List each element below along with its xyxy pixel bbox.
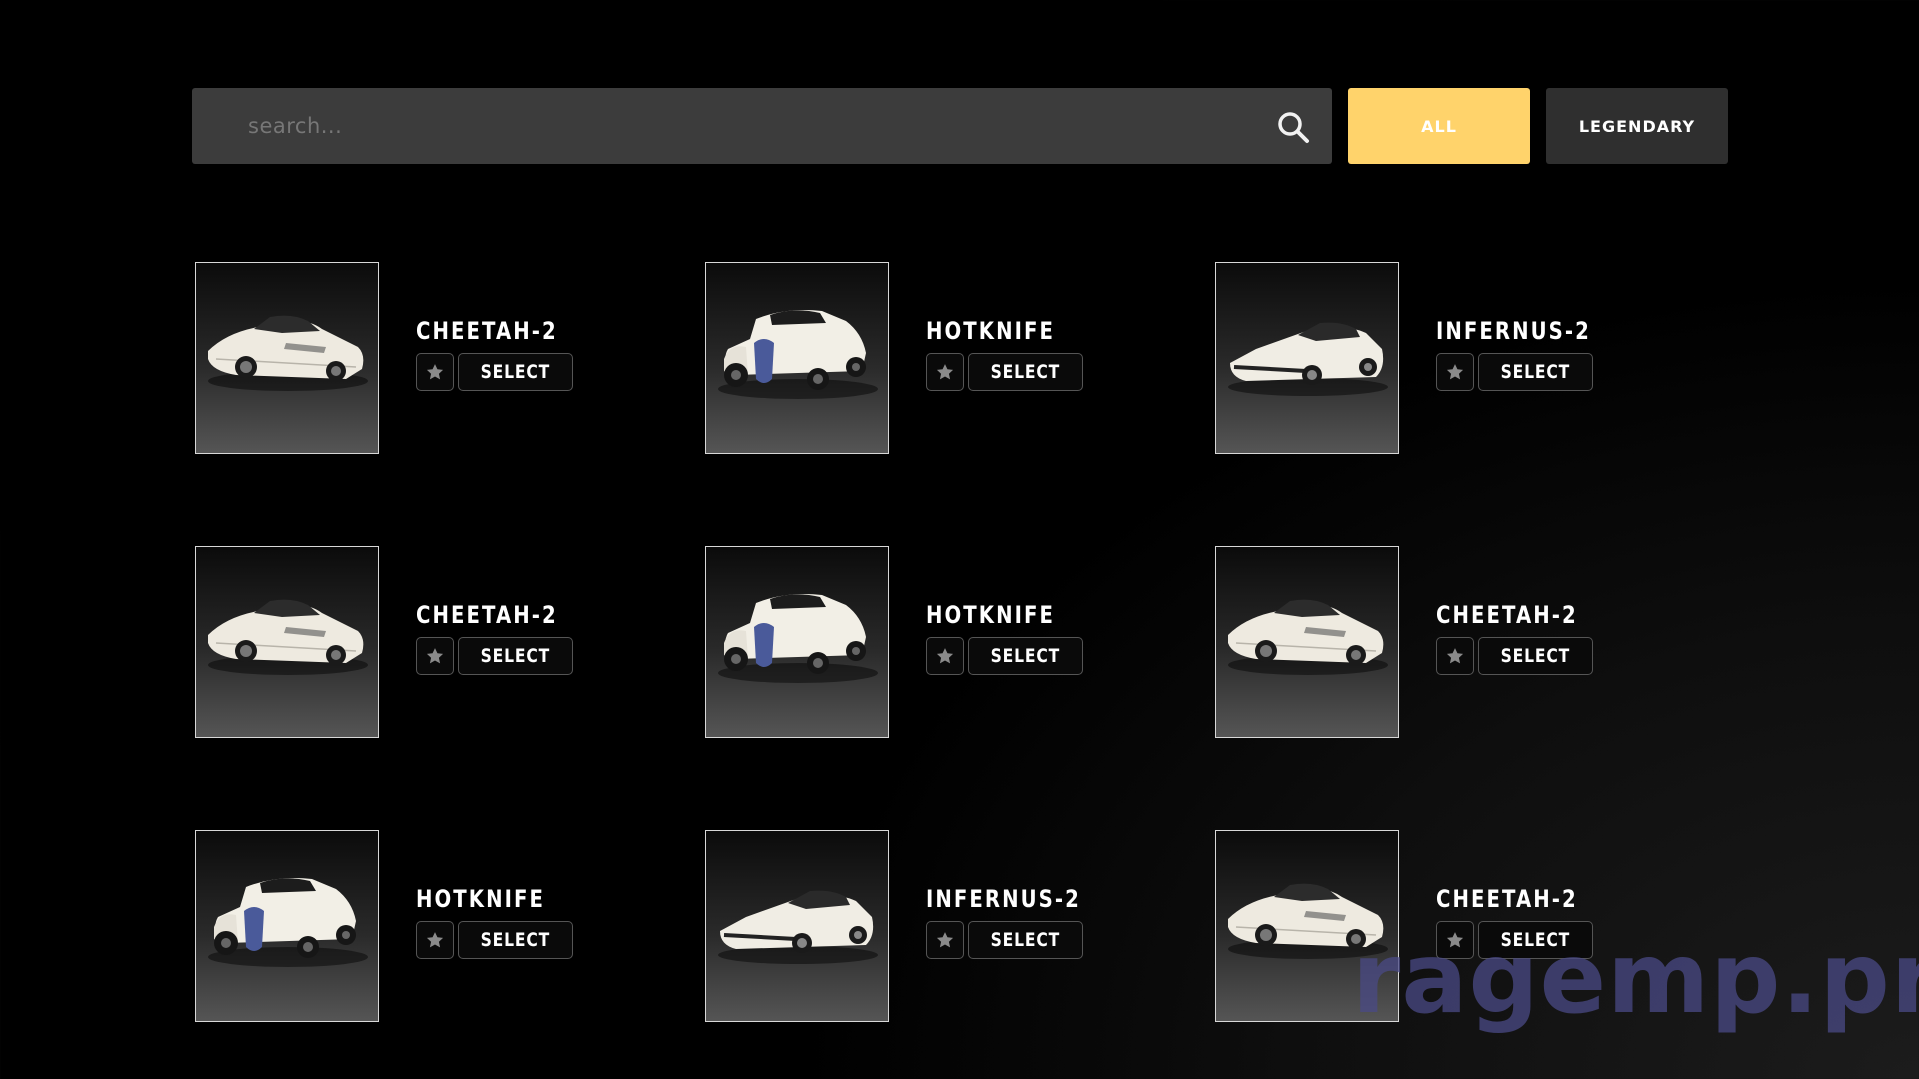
car-cheetah-image bbox=[1228, 599, 1388, 675]
select-button[interactable]: SELECT bbox=[458, 921, 573, 959]
vehicle-image bbox=[195, 262, 379, 454]
select-button[interactable]: SELECT bbox=[1478, 353, 1593, 391]
car-cheetah-image bbox=[208, 315, 368, 391]
vehicle-image bbox=[1215, 262, 1399, 454]
vehicle-name: CHEETAH-2 bbox=[1436, 601, 1578, 629]
vehicle-name: HOTKNIFE bbox=[416, 885, 545, 913]
vehicle-name: INFERNUS-2 bbox=[926, 885, 1081, 913]
star-icon bbox=[426, 932, 444, 948]
vehicle-image bbox=[705, 830, 889, 1022]
filter-legendary-button[interactable]: LEGENDARY bbox=[1546, 88, 1728, 164]
favorite-button[interactable] bbox=[416, 637, 454, 675]
star-icon bbox=[1446, 648, 1464, 664]
car-hotknife-image bbox=[718, 310, 878, 399]
vehicle-name: HOTKNIFE bbox=[926, 601, 1055, 629]
select-label: SELECT bbox=[990, 645, 1061, 667]
search-bar bbox=[192, 88, 1332, 164]
vehicle-name: HOTKNIFE bbox=[926, 317, 1055, 345]
select-label: SELECT bbox=[1500, 645, 1571, 667]
vehicle-name: CHEETAH-2 bbox=[416, 601, 558, 629]
favorite-button[interactable] bbox=[1436, 353, 1474, 391]
select-button[interactable]: SELECT bbox=[968, 921, 1083, 959]
car-hotknife-image bbox=[718, 594, 878, 683]
vehicle-name: CHEETAH-2 bbox=[1436, 885, 1578, 913]
select-label: SELECT bbox=[990, 929, 1061, 951]
favorite-button[interactable] bbox=[416, 353, 454, 391]
vehicle-card: HOTKNIFE SELECT bbox=[705, 262, 1185, 454]
vehicle-name: INFERNUS-2 bbox=[1436, 317, 1591, 345]
vehicle-image bbox=[1215, 546, 1399, 738]
vehicle-image bbox=[705, 262, 889, 454]
favorite-button[interactable] bbox=[1436, 637, 1474, 675]
car-infernus-image bbox=[718, 890, 878, 964]
favorite-button[interactable] bbox=[926, 353, 964, 391]
filter-all-button[interactable]: ALL bbox=[1348, 88, 1530, 164]
favorite-button[interactable] bbox=[926, 921, 964, 959]
search-icon[interactable] bbox=[1276, 110, 1310, 144]
star-icon bbox=[426, 364, 444, 380]
favorite-button[interactable] bbox=[416, 921, 454, 959]
select-label: SELECT bbox=[990, 361, 1061, 383]
select-label: SELECT bbox=[480, 645, 551, 667]
select-button[interactable]: SELECT bbox=[458, 637, 573, 675]
select-label: SELECT bbox=[1500, 361, 1571, 383]
star-icon bbox=[936, 932, 954, 948]
vehicle-image bbox=[705, 546, 889, 738]
vehicle-image bbox=[195, 546, 379, 738]
select-button[interactable]: SELECT bbox=[968, 353, 1083, 391]
car-hotknife-image bbox=[208, 878, 368, 967]
vehicle-card: HOTKNIFE SELECT bbox=[705, 546, 1185, 738]
vehicle-card: CHEETAH-2 SELECT bbox=[1215, 546, 1695, 738]
star-icon bbox=[1446, 364, 1464, 380]
star-icon bbox=[936, 364, 954, 380]
select-label: SELECT bbox=[480, 929, 551, 951]
watermark: ragemp.pro bbox=[1352, 922, 1919, 1036]
star-icon bbox=[426, 648, 444, 664]
vehicle-name: CHEETAH-2 bbox=[416, 317, 558, 345]
vehicle-card: HOTKNIFE SELECT bbox=[195, 830, 675, 1022]
car-infernus-image bbox=[1228, 322, 1388, 396]
vehicle-image bbox=[195, 830, 379, 1022]
search-input[interactable] bbox=[192, 88, 1252, 164]
favorite-button[interactable] bbox=[926, 637, 964, 675]
vehicle-card: CHEETAH-2 SELECT bbox=[195, 546, 675, 738]
vehicle-card: INFERNUS-2 SELECT bbox=[705, 830, 1185, 1022]
vehicle-card: CHEETAH-2 SELECT bbox=[195, 262, 675, 454]
select-button[interactable]: SELECT bbox=[968, 637, 1083, 675]
select-button[interactable]: SELECT bbox=[1478, 637, 1593, 675]
select-button[interactable]: SELECT bbox=[458, 353, 573, 391]
car-cheetah-image bbox=[208, 599, 368, 675]
vehicle-card: INFERNUS-2 SELECT bbox=[1215, 262, 1695, 454]
select-label: SELECT bbox=[480, 361, 551, 383]
star-icon bbox=[936, 648, 954, 664]
